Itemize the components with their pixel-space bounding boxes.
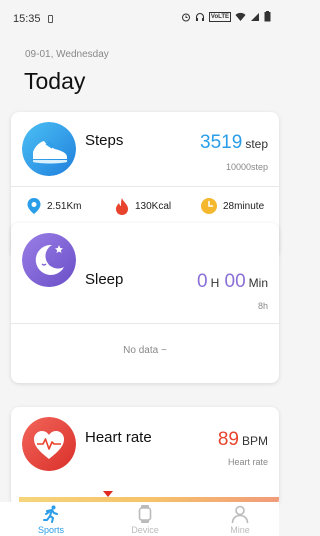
nav-sports[interactable]: Sports xyxy=(21,505,81,535)
heart-rate-title: Heart rate xyxy=(85,429,152,446)
heart-rate-card[interactable]: Heart rate 89 BPM Heart rate xyxy=(11,407,279,507)
distance-stat: 2.51Km xyxy=(27,198,81,214)
bottom-nav: Sports Device Mine xyxy=(0,502,279,536)
alarm-icon xyxy=(181,13,190,21)
sleep-hours: 0 xyxy=(196,271,208,292)
location-pin-icon xyxy=(27,198,41,214)
sleep-minutes: 00 xyxy=(224,271,246,292)
sim-card-icon xyxy=(48,15,53,23)
steps-goal: 10000step xyxy=(225,162,268,172)
sleep-hours-unit: H xyxy=(210,276,220,290)
page-title: Today xyxy=(24,68,86,94)
heart-icon xyxy=(22,417,76,471)
calories-stat: 130Kcal xyxy=(115,198,171,215)
duration-value: 28minute xyxy=(223,200,265,212)
sneaker-icon xyxy=(22,122,76,176)
watch-icon xyxy=(138,505,152,523)
signal-icon xyxy=(251,12,259,21)
steps-value-group: 3519 step xyxy=(200,132,268,154)
volte-badge: VoLTE xyxy=(208,11,231,22)
status-bar: 15:35 VoLTE xyxy=(0,0,279,38)
heart-rate-marker xyxy=(103,491,113,497)
headphones-icon xyxy=(195,12,204,21)
heart-rate-value: 89 xyxy=(217,429,239,450)
person-icon xyxy=(231,505,249,523)
heart-rate-value-group: 89 BPM xyxy=(218,429,268,451)
clock-icon xyxy=(201,198,217,214)
heart-rate-unit: BPM xyxy=(241,434,268,448)
wifi-icon xyxy=(235,12,246,21)
nav-mine-label: Mine xyxy=(230,525,250,535)
steps-value: 3519 xyxy=(200,132,243,153)
sleep-divider xyxy=(11,323,279,324)
moon-icon xyxy=(22,233,76,287)
sleep-minutes-unit: Min xyxy=(248,276,268,290)
status-time: 15:35 xyxy=(13,13,41,25)
sleep-card[interactable]: Sleep 0H 00 Min 8h No data ~ xyxy=(11,223,279,383)
nav-sports-label: Sports xyxy=(37,525,64,535)
sleep-goal: 8h xyxy=(257,301,268,311)
battery-icon xyxy=(264,11,271,22)
steps-divider xyxy=(11,186,279,187)
nav-mine[interactable]: Mine xyxy=(210,505,270,535)
date-label: 09-01, Wednesday xyxy=(25,49,109,60)
flame-icon xyxy=(116,198,128,215)
steps-unit: step xyxy=(245,137,268,151)
nav-device-label: Device xyxy=(131,525,159,535)
distance-value: 2.51Km xyxy=(47,200,82,212)
running-icon xyxy=(43,505,58,523)
sleep-value-group: 0H 00 Min xyxy=(197,271,268,293)
status-icons: VoLTE xyxy=(181,11,271,22)
duration-stat: 28minute xyxy=(201,198,264,214)
sleep-no-data: No data ~ xyxy=(123,345,167,356)
heart-rate-sub-label: Heart rate xyxy=(227,457,268,467)
calories-value: 130Kcal xyxy=(135,201,172,212)
steps-title: Steps xyxy=(85,132,124,149)
nav-device[interactable]: Device xyxy=(115,505,175,535)
sleep-title: Sleep xyxy=(85,271,124,288)
